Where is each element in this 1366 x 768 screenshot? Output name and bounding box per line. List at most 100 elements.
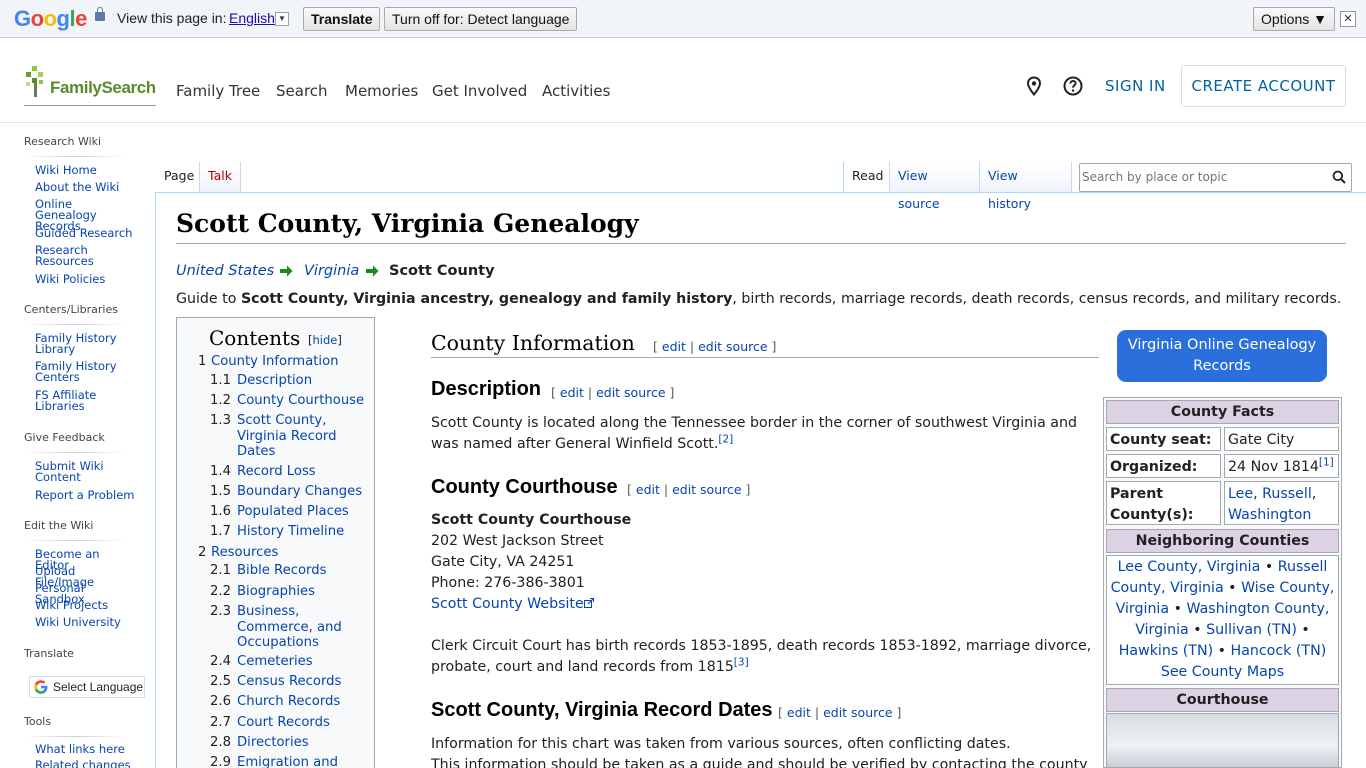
- sidebar-item-wiki-university[interactable]: Wiki University: [35, 616, 135, 628]
- edit-link[interactable]: edit: [662, 339, 686, 354]
- location-pin-icon[interactable]: [1024, 76, 1044, 96]
- reference-3[interactable]: [3]: [734, 656, 749, 668]
- parent-county-link[interactable]: Lee: [1228, 486, 1253, 502]
- view-page-label: View this page in:: [117, 10, 227, 26]
- toc-item-number: 1: [198, 354, 207, 369]
- see-county-maps-link[interactable]: See County Maps: [1161, 664, 1284, 680]
- edit-links: [ edit | edit source ]: [551, 385, 675, 400]
- toc-item-number: 2.2: [210, 584, 231, 599]
- select-language-widget[interactable]: Select Language: [29, 676, 145, 698]
- sidebar-divider: [24, 452, 126, 453]
- toc-item-number: 2.1: [210, 563, 231, 578]
- reference-2[interactable]: [2]: [718, 433, 733, 445]
- edit-source-link[interactable]: edit source: [672, 482, 741, 497]
- toc-item-label: County Courthouse: [237, 393, 365, 408]
- wiki-search-box[interactable]: [1079, 163, 1352, 192]
- reference-1[interactable]: [1]: [1319, 456, 1334, 468]
- nav-family-tree[interactable]: Family Tree: [176, 82, 260, 100]
- search-icon[interactable]: [1332, 170, 1346, 184]
- create-account-button[interactable]: CREATE ACCOUNT: [1181, 65, 1346, 107]
- courthouse-website-link[interactable]: Scott County Website: [431, 594, 594, 615]
- record-dates-text-2: This information should be taken as a gu…: [431, 757, 1088, 768]
- clerk-text: Clerk Circuit Court has birth records 18…: [431, 638, 1092, 675]
- toc-item-number: 2.9: [210, 755, 231, 768]
- tree-logo-icon: [26, 66, 43, 97]
- tab-talk[interactable]: Talk: [200, 162, 241, 192]
- sidebar-item-wiki-home[interactable]: Wiki Home: [35, 164, 135, 176]
- sidebar-heading-translate: Translate: [24, 647, 74, 660]
- toc-item-label: Business, Commerce, and Occupations: [237, 604, 342, 650]
- turn-off-button[interactable]: Turn off for: Detect language: [384, 7, 578, 31]
- sidebar-item-wiki-projects[interactable]: Wiki Projects: [35, 599, 135, 611]
- edit-source-link[interactable]: edit source: [596, 385, 665, 400]
- edit-source-link[interactable]: edit source: [698, 339, 767, 354]
- toc-item-number: 1.3: [210, 413, 231, 428]
- title-divider: [176, 243, 1346, 244]
- translate-bar: Google View this page in: English ▼ Tran…: [0, 0, 1366, 38]
- description-text: Scott County is located along the Tennes…: [431, 415, 1077, 452]
- sidebar-item-report-problem[interactable]: Report a Problem: [35, 489, 135, 501]
- sign-in-link[interactable]: SIGN IN: [1105, 77, 1166, 95]
- sidebar-item-what-links-here[interactable]: What links here: [35, 743, 135, 755]
- sidebar-item-about[interactable]: About the Wiki: [35, 181, 135, 193]
- neighbor-link[interactable]: Sullivan (TN): [1206, 622, 1297, 638]
- record-dates-text: Information for this chart was taken fro…: [431, 736, 1011, 752]
- language-dropdown-icon[interactable]: ▼: [275, 12, 289, 26]
- breadcrumb-united-states[interactable]: United States: [176, 263, 274, 279]
- virginia-online-records-button[interactable]: Virginia Online Genealogy Records: [1117, 330, 1327, 382]
- sidebar-item-affiliate[interactable]: FS Affiliate Libraries: [35, 389, 135, 412]
- toc-item-label: Emigration and: [237, 755, 338, 768]
- tab-read[interactable]: Read: [844, 162, 890, 192]
- sidebar-divider: [24, 324, 126, 325]
- nav-search[interactable]: Search: [276, 82, 328, 100]
- translate-button[interactable]: Translate: [303, 7, 381, 31]
- toc-item-number: 2.6: [210, 694, 231, 709]
- neighbor-link[interactable]: Hancock (TN): [1231, 643, 1327, 659]
- toc-item-label: Cemeteries: [237, 654, 313, 669]
- section-divider: [431, 357, 1099, 358]
- tab-view-history[interactable]: View history: [980, 162, 1072, 211]
- sidebar-item-related-changes[interactable]: Related changes: [35, 759, 135, 768]
- organized-label: Organized:: [1106, 454, 1221, 478]
- edit-link[interactable]: edit: [636, 482, 660, 497]
- tab-view-source[interactable]: View source: [890, 162, 980, 211]
- language-link[interactable]: English: [229, 10, 275, 26]
- parent-county-link[interactable]: Russell: [1262, 486, 1312, 502]
- courthouse-city: Gate City, VA 24251: [431, 554, 575, 570]
- heading-county-courthouse: County Courthouse: [431, 476, 618, 498]
- sidebar-item-submit-content[interactable]: Submit Wiki Content: [35, 460, 135, 483]
- toc-item-number: 1.2: [210, 393, 231, 408]
- sidebar-item-fhl[interactable]: Family History Library: [35, 332, 135, 355]
- sidebar-item-guided-research[interactable]: Guided Research: [35, 227, 135, 239]
- sidebar-item-research-resources[interactable]: Research Resources: [35, 244, 135, 267]
- heading-county-information: County Information: [431, 331, 635, 355]
- neighbor-link[interactable]: Hawkins (TN): [1119, 643, 1213, 659]
- neighbor-link[interactable]: Lee County, Virginia: [1118, 559, 1261, 575]
- edit-source-link[interactable]: edit source: [823, 705, 892, 720]
- edit-link[interactable]: edit: [787, 705, 811, 720]
- sidebar-heading-research: Research Wiki: [24, 135, 102, 148]
- toc-title: Contents: [209, 326, 301, 350]
- tab-page[interactable]: Page: [156, 162, 200, 192]
- toc-item-label: Court Records: [237, 715, 330, 730]
- breadcrumb-virginia[interactable]: Virginia: [304, 263, 359, 279]
- courthouse-image[interactable]: [1106, 713, 1339, 768]
- close-icon[interactable]: ✕: [1340, 11, 1356, 27]
- nav-memories[interactable]: Memories: [345, 82, 418, 100]
- familysearch-logo[interactable]: FamilySearch: [24, 64, 156, 106]
- heading-description: Description: [431, 378, 542, 400]
- search-input[interactable]: [1082, 170, 1322, 184]
- nav-get-involved[interactable]: Get Involved: [432, 82, 527, 100]
- toc-item-label: Directories: [237, 735, 309, 750]
- parent-county-link[interactable]: Washington: [1228, 507, 1311, 523]
- sidebar-item-fhc[interactable]: Family History Centers: [35, 360, 135, 383]
- neighboring-counties-heading: Neighboring Counties: [1106, 529, 1339, 553]
- sidebar: Research Wiki Wiki Home About the Wiki O…: [0, 124, 155, 768]
- edit-link[interactable]: edit: [560, 385, 584, 400]
- toc-hide-toggle[interactable]: [hide]: [308, 333, 342, 347]
- nav-activities[interactable]: Activities: [542, 82, 610, 100]
- sidebar-item-wiki-policies[interactable]: Wiki Policies: [35, 273, 135, 285]
- courthouse-heading: Courthouse: [1106, 688, 1339, 712]
- help-icon[interactable]: [1063, 76, 1083, 96]
- options-button[interactable]: Options ▼: [1253, 7, 1335, 31]
